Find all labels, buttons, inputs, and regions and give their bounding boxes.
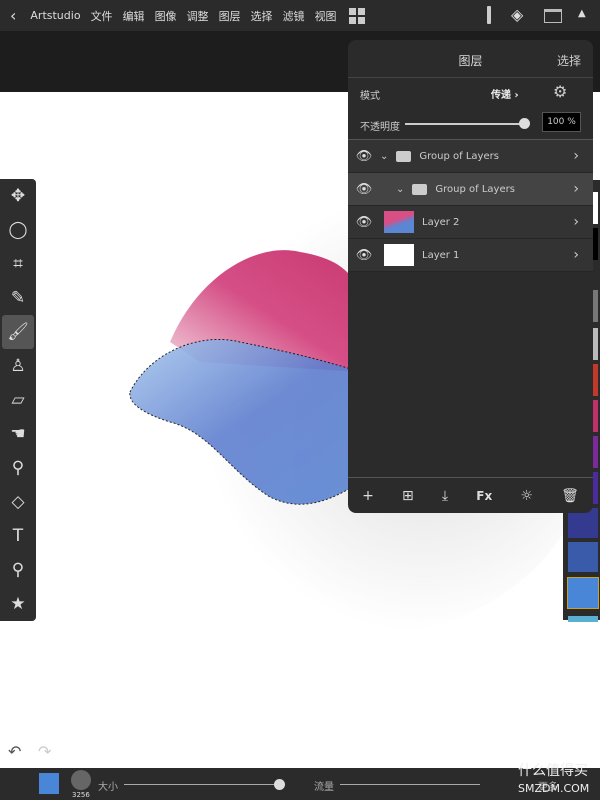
chevron-right-icon[interactable]: › (573, 148, 579, 164)
layer-row[interactable]: 👁 Layer 2 › (348, 206, 593, 239)
star-tool[interactable]: ★ (0, 587, 36, 621)
color-swatch[interactable] (39, 773, 59, 794)
select-button[interactable]: 选择 (557, 52, 581, 69)
folder-icon (412, 183, 428, 195)
crop-tool[interactable]: ⌗ (0, 247, 36, 281)
size-slider[interactable] (124, 779, 285, 790)
size-label: 大小 (98, 782, 118, 793)
import-icon[interactable]: ⤓ (442, 488, 448, 504)
add-icon[interactable]: + (362, 488, 374, 504)
menu-edit[interactable]: 编辑 (123, 8, 145, 24)
layer-name: Layer 2 (422, 216, 460, 228)
pencil-icon[interactable] (487, 6, 491, 24)
expand-icon[interactable]: ⌄ (396, 184, 404, 195)
eye-icon[interactable]: 👁 (348, 215, 380, 230)
flow-label: 流量 (314, 782, 334, 793)
layer-row[interactable]: 👁 ⌄ Group of Layers › (348, 173, 593, 206)
adjust-icon[interactable]: ☼ (520, 488, 533, 504)
eye-icon[interactable]: 👁 (348, 182, 380, 197)
fill-tool[interactable]: ◇ (0, 485, 36, 519)
blend-mode-value: 传递 (491, 90, 511, 101)
opacity-input[interactable]: 100 % (542, 112, 581, 132)
tool-bar: ✥ ◯ ⌗ ✎ 🖌 ♙ ▱ ☚ ⚲ ◇ T ⚲ ★ (0, 179, 36, 621)
watermark-cn: 什么值得买 (518, 763, 588, 779)
grid-icon[interactable] (348, 7, 365, 24)
eye-icon[interactable]: 👁 (348, 248, 380, 263)
fx-button[interactable]: Fx (476, 489, 492, 503)
layer-row[interactable]: 👁 ⌄ Group of Layers › (348, 140, 593, 173)
text-tool[interactable]: T (0, 519, 36, 553)
layer-name: Layer 1 (422, 249, 460, 261)
menu-view[interactable]: 视图 (315, 8, 337, 24)
eye-icon[interactable]: 👁 (348, 149, 380, 164)
watermark-en: SMZDM.COM (518, 782, 590, 795)
lasso-tool[interactable]: ◯ (0, 213, 36, 247)
back-icon[interactable]: ‹ (10, 6, 16, 25)
stamp-tool[interactable]: ♙ (0, 349, 36, 383)
opacity-label: 不透明度 (360, 122, 400, 133)
opacity-slider[interactable] (405, 118, 530, 129)
move-tool[interactable]: ✥ (0, 179, 36, 213)
palette-swatch[interactable] (568, 616, 598, 622)
palette-swatch[interactable] (568, 542, 598, 572)
slider-thumb[interactable] (519, 118, 530, 129)
chevron-right-icon[interactable]: › (573, 214, 579, 230)
menu-layer[interactable]: 图层 (219, 8, 241, 24)
blend-mode-select[interactable]: 传递 › (491, 86, 519, 101)
redo-icon[interactable]: ↷ (38, 742, 51, 761)
layers-panel: 图层 选择 模式 传递 › ⚙ 不透明度 100 % 👁 ⌄ Group of La… (348, 40, 593, 513)
menu-select[interactable]: 选择 (251, 8, 273, 24)
eyedropper-tool[interactable]: ✎ (0, 281, 36, 315)
settings-icon[interactable]: ⚙ (553, 82, 567, 101)
brush-size-count: 3256 (72, 791, 90, 799)
mode-label: 模式 (360, 91, 380, 102)
layer-row[interactable]: 👁 Layer 1 › (348, 239, 593, 272)
menu-filter[interactable]: 滤镜 (283, 8, 305, 24)
chevron-right-icon[interactable]: › (573, 247, 579, 263)
menu-file[interactable]: 文件 (91, 8, 113, 24)
layer-thumbnail (384, 244, 414, 266)
expand-icon[interactable]: ⌄ (380, 151, 388, 162)
layer-thumbnail (384, 211, 414, 233)
menu-image[interactable]: 图像 (155, 8, 177, 24)
panel-footer: + ⊞ ⤓ Fx ☼ 🗑 (348, 477, 593, 513)
brush-preview[interactable] (71, 770, 91, 790)
slider-thumb[interactable] (274, 779, 285, 790)
menu-adjust[interactable]: 调整 (187, 8, 209, 24)
undo-icon[interactable]: ↶ (8, 742, 21, 761)
collapse-icon[interactable]: ▲ (578, 8, 586, 19)
zoom-tool[interactable]: ⚲ (0, 553, 36, 587)
flow-slider[interactable] (340, 784, 480, 785)
layer-name: Group of Layers (419, 150, 499, 162)
smudge-tool[interactable]: ☚ (0, 417, 36, 451)
brush-bar: 3256 大小 流量 更多 什么值得买 SMZDM.COM (0, 763, 600, 800)
window-icon[interactable] (544, 9, 562, 23)
brush-tool[interactable]: 🖌 (2, 315, 34, 349)
layer-name: Group of Layers (435, 183, 515, 195)
palette-swatch[interactable] (567, 577, 599, 609)
eraser-tool[interactable]: ▱ (0, 383, 36, 417)
dodge-tool[interactable]: ⚲ (0, 451, 36, 485)
folder-icon (396, 150, 412, 162)
chevron-right-icon[interactable]: › (573, 181, 579, 197)
layers-icon[interactable]: ◈ (511, 5, 523, 24)
trash-icon[interactable]: 🗑 (561, 488, 579, 504)
top-bar: ‹ Artstudio 文件 编辑 图像 调整 图层 选择 滤镜 视图 ◈ ▲ (0, 0, 600, 31)
app-menu[interactable]: Artstudio (30, 9, 80, 22)
add-group-icon[interactable]: ⊞ (402, 488, 414, 504)
